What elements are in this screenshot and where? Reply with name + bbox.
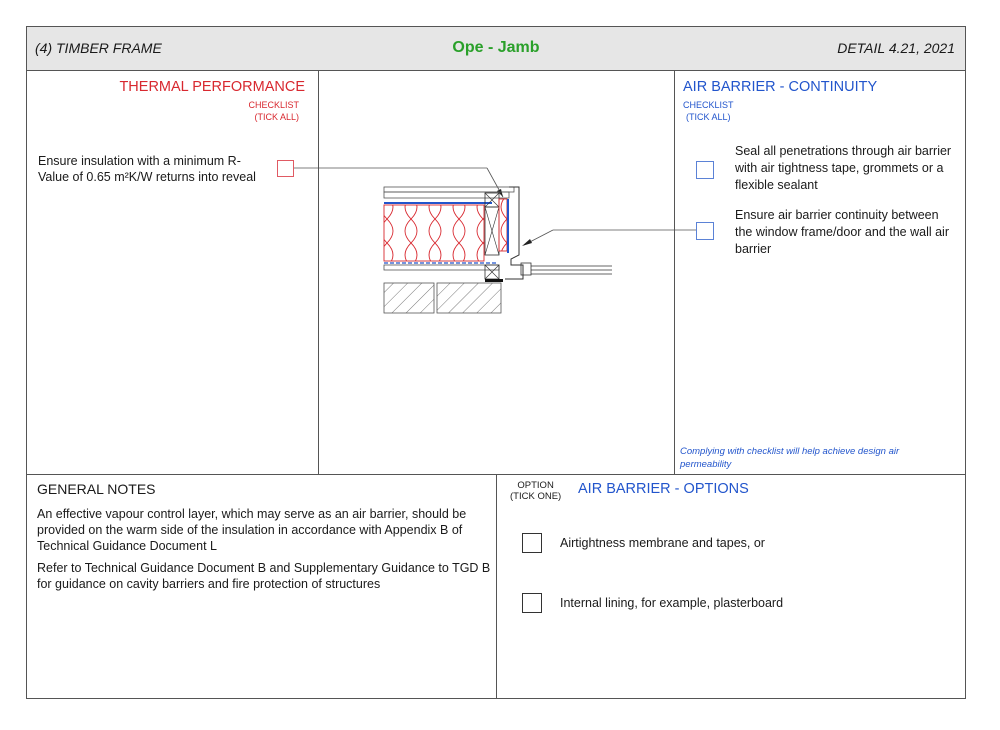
reveal-insulation [498,198,508,252]
option-item-2: Internal lining, for example, plasterboa… [560,596,784,610]
sealant-bead [485,279,503,282]
masonry-block-1 [383,282,435,314]
masonry-block-2 [436,282,502,314]
tick-one-label: (TICK ONE) [510,491,562,502]
general-note-2: Refer to Technical Guidance Document B a… [37,561,491,591]
detail-sheet: (4) TIMBER FRAME Ope - Jamb DETAIL 4.21,… [26,26,966,699]
option-word: OPTION [517,480,554,491]
jamb-detail-drawing [294,167,696,314]
option-checkbox-1[interactable] [522,533,542,553]
option-label: OPTION (TICK ONE) [510,480,561,502]
internal-lining [383,264,500,271]
cladding-layer [383,186,515,193]
air-arrowhead [522,239,532,246]
option-checkbox-2[interactable] [522,593,542,613]
general-notes-title: GENERAL NOTES [37,481,156,497]
insulation-batts [383,204,485,262]
general-note-1: An effective vapour control layer, which… [37,507,467,553]
option-item-1: Airtightness membrane and tapes, or [560,536,765,550]
options-title: AIR BARRIER - OPTIONS [578,481,749,497]
